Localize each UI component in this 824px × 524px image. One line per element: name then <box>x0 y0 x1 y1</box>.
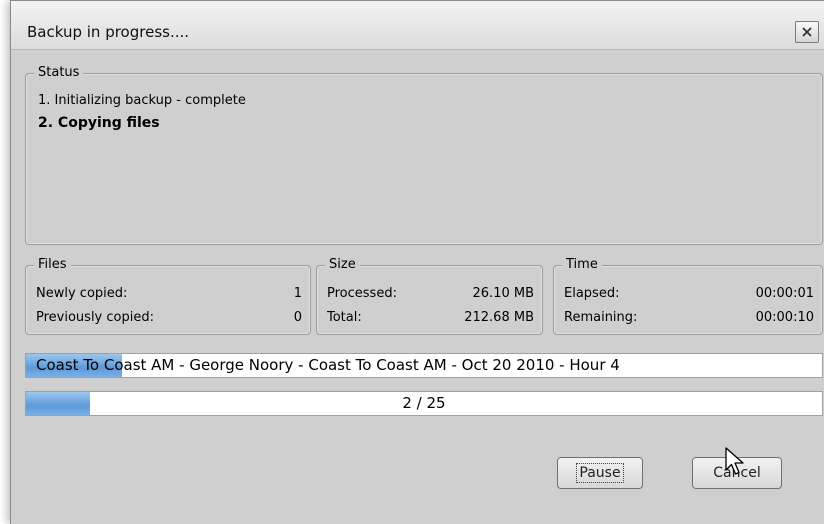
current-file-name: Coast To Coast AM - George Noory - Coast… <box>36 356 620 374</box>
total-value: 212.68 MB <box>464 310 534 325</box>
files-legend: Files <box>34 256 71 274</box>
files-group: Files Newly copied: 1 Previously copied:… <box>25 256 311 335</box>
status-line-copying: 2. Copying files <box>38 115 160 131</box>
newly-copied-value: 1 <box>293 286 302 301</box>
title-bar[interactable]: Backup in progress.... <box>11 1 824 50</box>
processed-label: Processed: <box>327 286 397 301</box>
close-icon <box>802 27 812 37</box>
status-legend: Status <box>34 64 84 82</box>
pause-button[interactable]: Pause <box>557 457 643 489</box>
time-group: Time Elapsed: 00:00:01 Remaining: 00:00:… <box>553 256 823 335</box>
remaining-value: 00:00:10 <box>755 310 814 325</box>
time-legend: Time <box>562 256 602 274</box>
close-button[interactable] <box>795 21 819 43</box>
file-count-text: 2 / 25 <box>402 394 446 412</box>
processed-value: 26.10 MB <box>472 286 534 301</box>
previously-copied-label: Previously copied: <box>36 310 154 325</box>
size-group: Size Processed: 26.10 MB Total: 212.68 M… <box>316 256 543 335</box>
previously-copied-value: 0 <box>293 310 302 325</box>
window-title: Backup in progress.... <box>27 23 190 41</box>
mouse-pointer-icon <box>725 447 744 475</box>
elapsed-value: 00:00:01 <box>755 286 814 301</box>
status-line-initializing: 1. Initializing backup - complete <box>38 93 246 108</box>
backup-dialog: Backup in progress.... Status 1. Initial… <box>10 0 824 524</box>
status-group: Status 1. Initializing backup - complete… <box>25 64 823 245</box>
elapsed-label: Elapsed: <box>564 286 620 301</box>
pause-button-label: Pause <box>576 463 624 483</box>
size-legend: Size <box>325 256 360 274</box>
total-label: Total: <box>327 310 362 325</box>
file-progress-bar: Coast To Coast AM - George Noory - Coast… <box>25 353 823 378</box>
newly-copied-label: Newly copied: <box>36 286 128 301</box>
overall-progress-bar: 2 / 25 <box>25 391 823 416</box>
remaining-label: Remaining: <box>564 310 638 325</box>
